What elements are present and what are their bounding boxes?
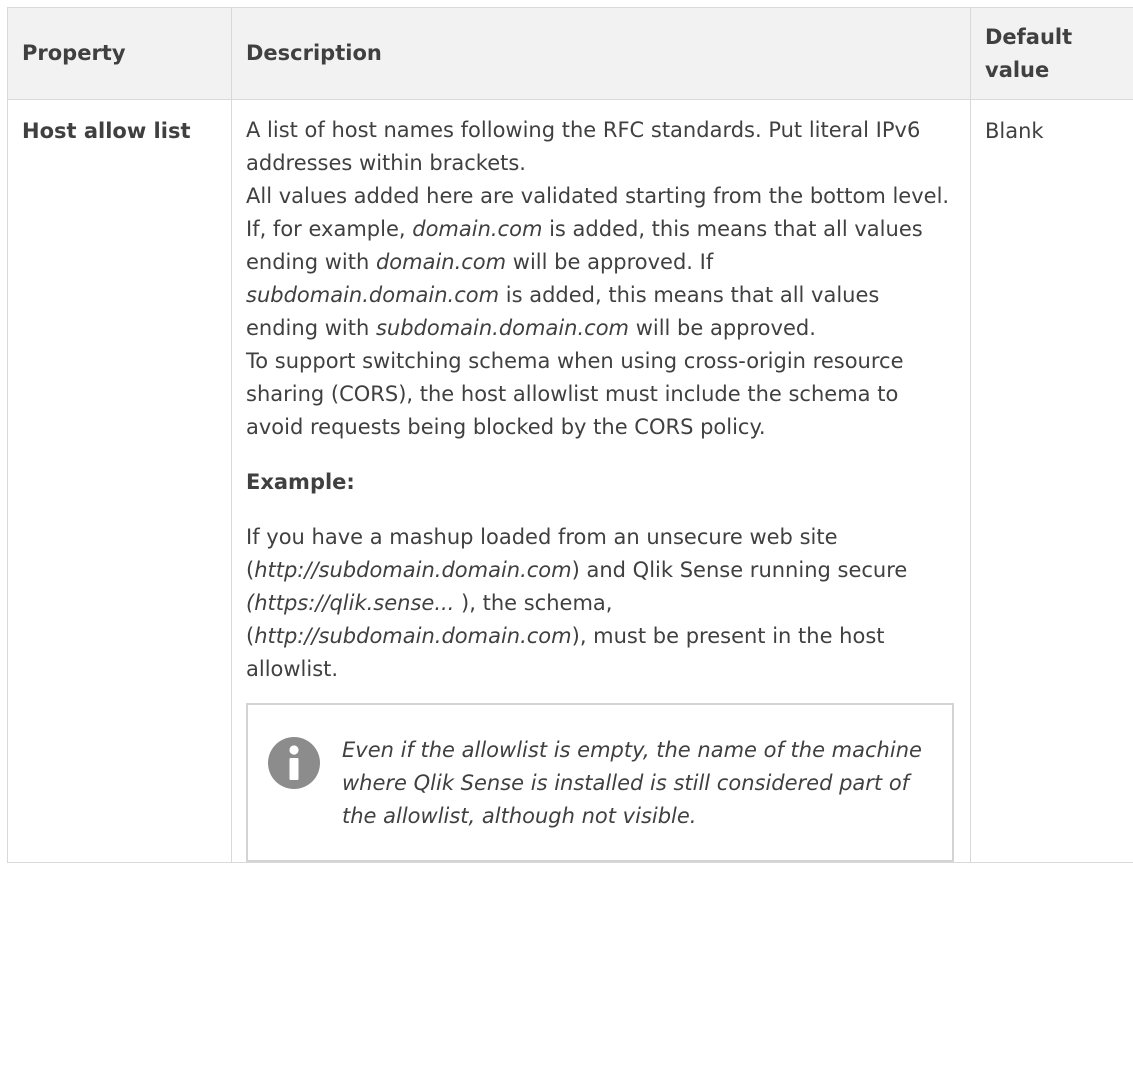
property-description: A list of host names following the RFC s… bbox=[231, 99, 971, 863]
table-header-row: Property Description Default value bbox=[7, 7, 1133, 100]
header-default-line2: value bbox=[985, 57, 1050, 82]
header-default-value: Default value bbox=[970, 7, 1133, 100]
header-description: Description bbox=[231, 7, 971, 100]
description-cors: To support switching schema when using c… bbox=[246, 349, 904, 439]
property-name: Host allow list bbox=[7, 99, 232, 863]
default-value: Blank bbox=[970, 99, 1133, 863]
info-icon bbox=[268, 737, 320, 789]
example-heading: Example: bbox=[246, 470, 355, 494]
properties-table: Property Description Default value Host a… bbox=[7, 7, 1133, 863]
example-text: If you have a mashup loaded from an unse… bbox=[246, 525, 908, 681]
header-default-line1: Default bbox=[985, 24, 1073, 49]
header-property: Property bbox=[7, 7, 232, 100]
description-validation: All values added here are validated star… bbox=[246, 184, 950, 340]
table-row: Host allow list A list of host names fol… bbox=[7, 99, 1133, 863]
note-text: Even if the allowlist is empty, the name… bbox=[342, 738, 922, 828]
description-intro: A list of host names following the RFC s… bbox=[246, 118, 921, 175]
note-box: Even if the allowlist is empty, the name… bbox=[246, 703, 954, 862]
